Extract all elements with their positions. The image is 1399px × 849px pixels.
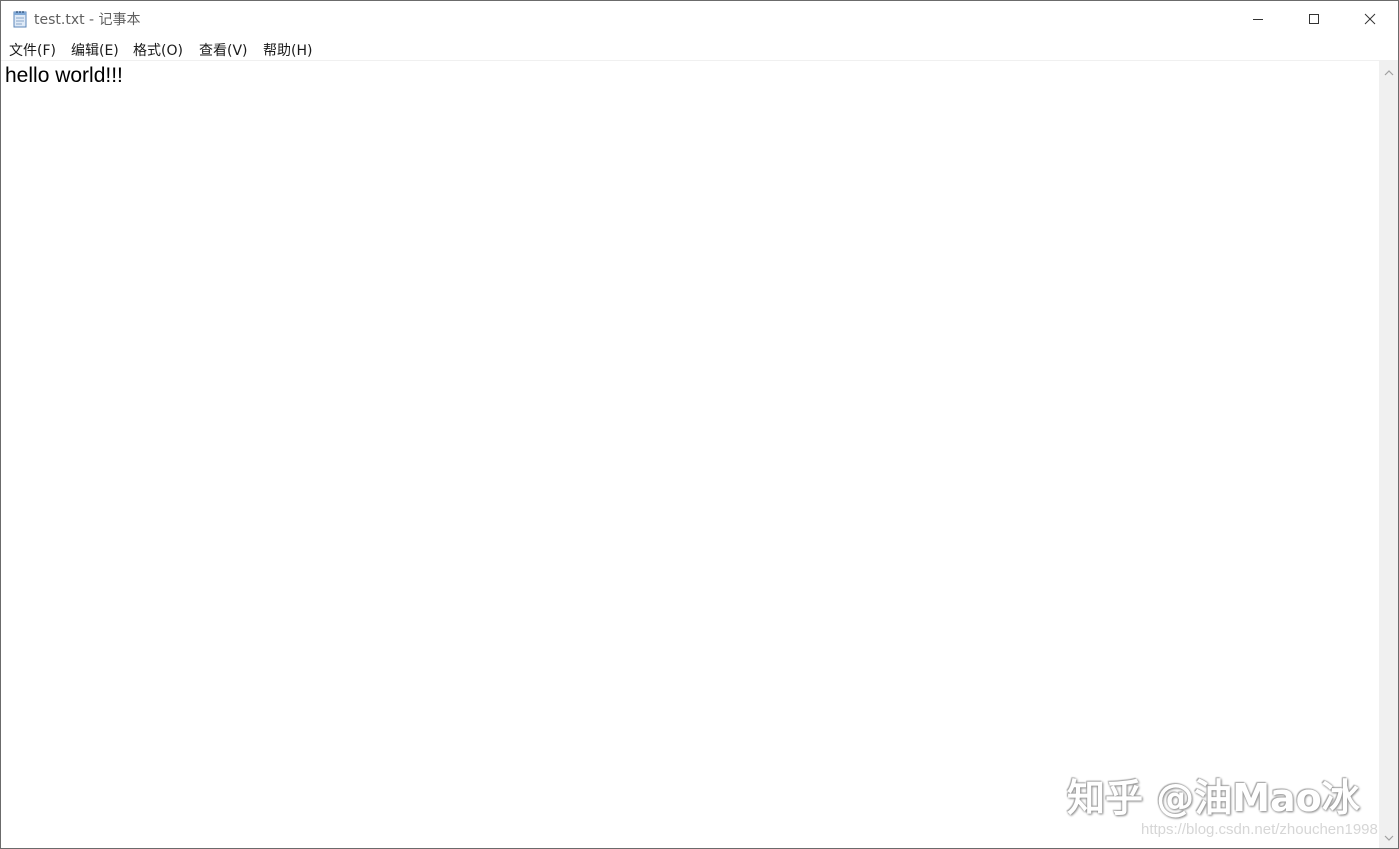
scroll-up-button[interactable] bbox=[1379, 62, 1398, 79]
menu-bar: 文件(F) 编辑(E) 格式(O) 查看(V) 帮助(H) bbox=[1, 37, 1398, 60]
menu-format[interactable]: 格式(O) bbox=[132, 40, 184, 60]
menu-edit[interactable]: 编辑(E) bbox=[70, 40, 120, 60]
menu-help[interactable]: 帮助(H) bbox=[262, 40, 313, 60]
scroll-up-icon bbox=[1384, 61, 1394, 80]
notepad-window: test.txt - 记事本 文件(F) 编辑(E) 格式(O) 查看(V) 帮… bbox=[0, 0, 1399, 849]
window-title: test.txt - 记事本 bbox=[34, 12, 141, 28]
close-button[interactable] bbox=[1342, 1, 1398, 37]
close-icon bbox=[1364, 13, 1376, 25]
url-watermark: https://blog.csdn.net/zhouchen1998 bbox=[1141, 821, 1378, 838]
menu-file[interactable]: 文件(F) bbox=[8, 40, 57, 60]
zhihu-watermark: 知乎 @油Mao冰 bbox=[1067, 776, 1360, 820]
notepad-icon bbox=[12, 10, 28, 28]
vertical-scrollbar[interactable] bbox=[1379, 60, 1398, 848]
editor-content: hello world!!! bbox=[5, 64, 123, 87]
text-editor[interactable]: hello world!!! bbox=[1, 60, 1379, 848]
minimize-icon bbox=[1252, 13, 1264, 25]
maximize-icon bbox=[1308, 13, 1320, 25]
maximize-button[interactable] bbox=[1286, 1, 1342, 37]
title-bar[interactable]: test.txt - 记事本 bbox=[1, 1, 1398, 37]
menu-view[interactable]: 查看(V) bbox=[198, 40, 249, 60]
minimize-button[interactable] bbox=[1230, 1, 1286, 37]
scroll-down-button[interactable] bbox=[1379, 828, 1398, 845]
scroll-down-icon bbox=[1384, 827, 1394, 846]
